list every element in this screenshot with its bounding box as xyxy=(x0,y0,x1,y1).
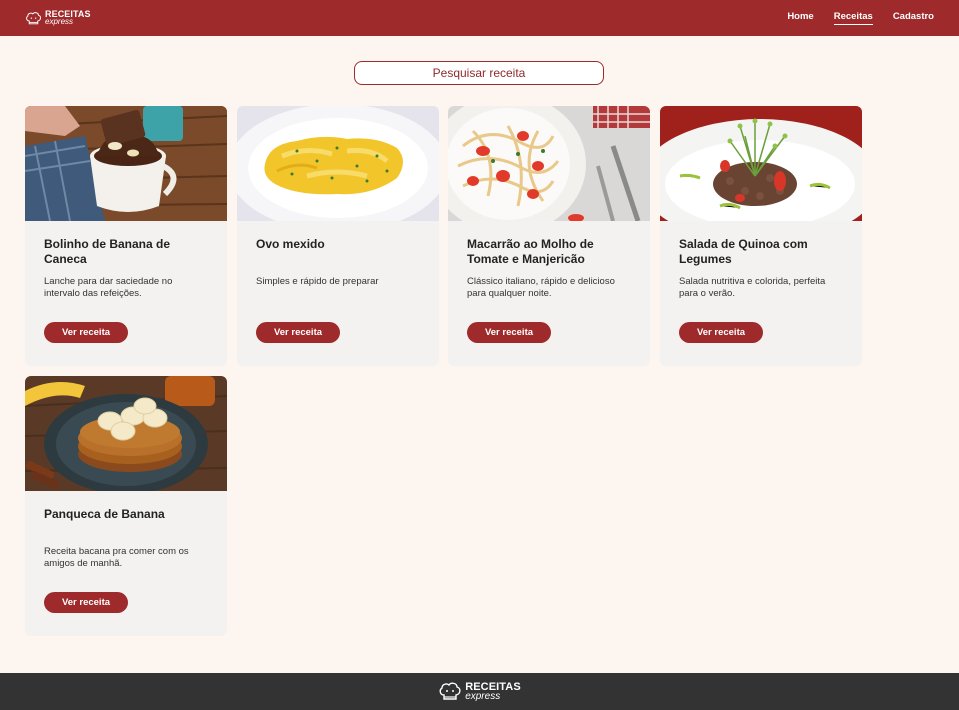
ver-receita-button[interactable]: Ver receita xyxy=(44,322,128,343)
footer-logo: RECEITAS express xyxy=(438,681,521,702)
logo-subtitle: express xyxy=(45,17,74,26)
card-title: Bolinho de Banana de Caneca xyxy=(44,237,171,266)
ver-receita-button[interactable]: Ver receita xyxy=(256,322,340,343)
card-title: Ovo mexido xyxy=(256,237,325,251)
footer: RECEITAS express xyxy=(0,673,959,710)
banana-mug-cake-image xyxy=(25,106,227,221)
card-description: Lanche para dar saciedade no intervalo d… xyxy=(44,276,173,299)
recipe-card: Macarrão ao Molho de Tomate e Manjericão… xyxy=(448,106,650,366)
ver-receita-button[interactable]: Ver receita xyxy=(679,322,763,343)
tomato-pasta-image xyxy=(448,106,650,221)
chef-hat-icon xyxy=(26,11,41,24)
card-description: Receita bacana pra comer com os amigos d… xyxy=(44,546,189,569)
recipe-card: Salada de Quinoa com Legumes Salada nutr… xyxy=(660,106,862,366)
nav-receitas[interactable]: Receitas xyxy=(833,11,873,25)
recipe-card: Bolinho de Banana de Caneca Lanche para … xyxy=(25,106,227,366)
nav-home[interactable]: Home xyxy=(787,11,813,25)
main-nav: Home Receitas Cadastro xyxy=(787,11,934,25)
top-navbar: RECEITAS express Home Receitas Cadastro xyxy=(0,0,959,36)
scrambled-eggs-image xyxy=(237,106,439,221)
ver-receita-button[interactable]: Ver receita xyxy=(44,592,128,613)
banana-pancake-image xyxy=(25,376,227,491)
card-title: Panqueca de Banana xyxy=(44,507,165,521)
card-description: Salada nutritiva e colorida, perfeita pa… xyxy=(679,276,826,299)
recipe-card: Panqueca de Banana Receita bacana pra co… xyxy=(25,376,227,636)
ver-receita-button[interactable]: Ver receita xyxy=(467,322,551,343)
chef-hat-icon xyxy=(439,682,461,700)
card-description: Clássico italiano, rápido e delicioso pa… xyxy=(467,276,615,299)
card-description: Simples e rápido de preparar xyxy=(256,276,379,287)
nav-cadastro[interactable]: Cadastro xyxy=(893,11,934,25)
footer-logo-subtitle: express xyxy=(465,690,501,702)
quinoa-salad-image xyxy=(660,106,862,221)
recipe-card: Ovo mexido Simples e rápido de preparar … xyxy=(237,106,439,366)
search-input[interactable] xyxy=(354,61,604,85)
card-title: Macarrão ao Molho de Tomate e Manjericão xyxy=(467,237,594,266)
logo[interactable]: RECEITAS express xyxy=(25,10,91,26)
card-title: Salada de Quinoa com Legumes xyxy=(679,237,808,266)
